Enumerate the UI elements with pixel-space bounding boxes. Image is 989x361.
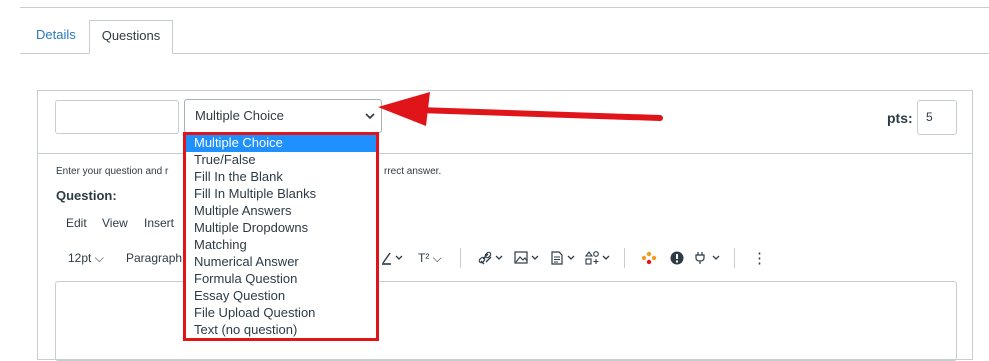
superscript-button[interactable]: T² ⌵ xyxy=(418,251,442,266)
question-name-input[interactable] xyxy=(55,100,179,134)
menu-edit[interactable]: Edit xyxy=(66,216,87,230)
option-fill-in-multiple-blanks[interactable]: Fill In Multiple Blanks xyxy=(186,186,376,203)
toolbar-divider xyxy=(460,248,461,268)
tab-bar: Details Questions xyxy=(20,20,989,54)
option-essay-question[interactable]: Essay Question xyxy=(186,288,376,305)
accessibility-checker-icon[interactable] xyxy=(669,251,685,268)
menu-insert[interactable]: Insert xyxy=(144,216,174,230)
plugin-icon[interactable] xyxy=(641,251,657,268)
option-file-upload-question[interactable]: File Upload Question xyxy=(186,305,376,322)
toolbar-divider xyxy=(624,248,625,268)
more-options-icon[interactable]: ⋮ xyxy=(752,249,767,267)
top-divider xyxy=(20,7,989,8)
menu-view[interactable]: View xyxy=(102,216,128,230)
option-formula-question[interactable]: Formula Question xyxy=(186,271,376,288)
question-type-value: Multiple Choice xyxy=(195,108,284,123)
question-type-select[interactable]: Multiple Choice xyxy=(184,99,382,133)
image-icon[interactable] xyxy=(514,251,542,268)
question-type-dropdown: Multiple Choice True/False Fill In the B… xyxy=(183,132,379,341)
font-size-select[interactable]: 12pt ⌵ xyxy=(68,251,104,266)
tab-details[interactable]: Details xyxy=(22,20,90,52)
option-matching[interactable]: Matching xyxy=(186,237,376,254)
option-fill-in-the-blank[interactable]: Fill In the Blank xyxy=(186,169,376,186)
option-multiple-dropdowns[interactable]: Multiple Dropdowns xyxy=(186,220,376,237)
link-icon[interactable] xyxy=(478,251,506,268)
option-numerical-answer[interactable]: Numerical Answer xyxy=(186,254,376,271)
text-color-icon[interactable] xyxy=(381,251,405,268)
toolbar-divider xyxy=(734,248,735,268)
option-true-false[interactable]: True/False xyxy=(186,152,376,169)
question-label: Question: xyxy=(56,188,117,203)
annotation-arrow xyxy=(378,92,663,126)
superscript-label: T² xyxy=(418,251,430,265)
instructions-text-end: rrect answer. xyxy=(384,166,442,177)
plug-icon[interactable] xyxy=(693,251,725,268)
font-size-value: 12pt xyxy=(68,251,92,265)
paragraph-select[interactable]: Paragraph xyxy=(126,251,182,265)
points-input[interactable]: 5 xyxy=(917,100,957,135)
apps-icon[interactable] xyxy=(584,251,613,268)
option-multiple-answers[interactable]: Multiple Answers xyxy=(186,203,376,220)
points-label: pts: xyxy=(887,110,913,126)
document-icon[interactable] xyxy=(550,251,578,268)
instructions-text: Enter your question and r xyxy=(56,166,169,177)
option-multiple-choice[interactable]: Multiple Choice xyxy=(186,135,376,152)
tab-questions[interactable]: Questions xyxy=(89,20,173,54)
option-text-no-question[interactable]: Text (no question) xyxy=(186,322,376,339)
